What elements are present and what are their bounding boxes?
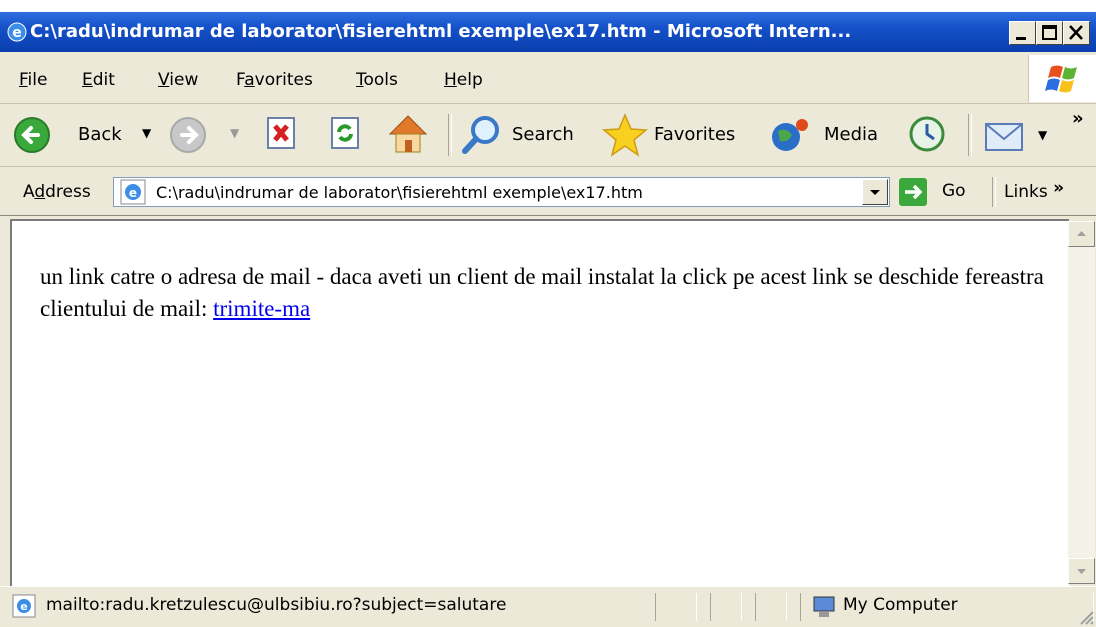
resize-grip-icon[interactable] xyxy=(1076,607,1094,625)
address-dropdown[interactable] xyxy=(862,179,888,205)
menu-favorites[interactable]: Favorites xyxy=(236,70,313,90)
back-button[interactable]: Back ▼ xyxy=(8,110,158,160)
mail-button[interactable]: ▼ xyxy=(982,112,1062,158)
menu-tools[interactable]: Tools xyxy=(356,70,398,90)
window-title: C:\radu\indrumar de laborator\fisierehtm… xyxy=(30,21,852,42)
vertical-scrollbar[interactable] xyxy=(1068,221,1095,584)
stop-button[interactable] xyxy=(262,114,304,156)
stop-icon xyxy=(267,117,295,149)
forward-button[interactable]: ▼ xyxy=(164,110,244,160)
address-label: Address xyxy=(23,182,91,202)
maximize-button[interactable] xyxy=(1036,21,1063,45)
mail-dropdown-icon[interactable]: ▼ xyxy=(1038,128,1047,142)
svg-text:e: e xyxy=(12,25,22,41)
toolbar-separator xyxy=(448,114,452,156)
status-pane xyxy=(655,593,697,621)
browser-window: e C:\radu\indrumar de laborator\fisiereh… xyxy=(0,0,1096,627)
scroll-up-icon xyxy=(1077,231,1086,236)
windows-logo xyxy=(1028,55,1096,102)
mailto-link[interactable]: trimite-ma xyxy=(213,296,310,321)
back-label: Back xyxy=(78,124,122,145)
my-computer-icon xyxy=(813,596,835,617)
favorites-label: Favorites xyxy=(654,124,736,145)
menu-help[interactable]: Help xyxy=(444,70,483,90)
toolbar-chevron[interactable]: » xyxy=(1072,108,1084,129)
address-url: C:\radu\indrumar de laborator\fisierehtm… xyxy=(156,183,643,202)
close-icon xyxy=(1069,25,1083,40)
mail-envelope-icon xyxy=(985,123,1023,151)
favorites-button[interactable]: Favorites xyxy=(602,110,752,160)
back-arrow-icon xyxy=(14,117,50,153)
menu-file[interactable]: File xyxy=(19,70,47,90)
search-icon xyxy=(462,116,499,154)
go-arrow-icon xyxy=(899,178,927,206)
minimize-button[interactable] xyxy=(1009,21,1036,45)
title-bar[interactable]: e C:\radu\indrumar de laborator\fisiereh… xyxy=(0,12,1096,52)
menu-bar: File Edit View Favorites Tools Help xyxy=(0,55,1096,104)
ie-logo-icon: e xyxy=(7,22,27,42)
status-pane xyxy=(710,593,742,621)
search-label: Search xyxy=(512,124,574,145)
content-text: un link catre o adresa de mail - daca av… xyxy=(40,264,1044,321)
media-label: Media xyxy=(824,124,879,145)
media-button[interactable]: Media xyxy=(768,110,888,160)
minimize-icon xyxy=(1016,37,1026,40)
go-label: Go xyxy=(942,181,966,201)
maximize-icon xyxy=(1042,25,1057,40)
scroll-up-button[interactable] xyxy=(1068,221,1095,247)
links-button[interactable]: Links » xyxy=(1004,178,1064,202)
toolbar-separator-2 xyxy=(968,114,972,156)
go-button[interactable]: Go xyxy=(898,177,974,207)
back-dropdown-icon[interactable]: ▼ xyxy=(142,126,151,140)
refresh-button[interactable] xyxy=(326,114,368,156)
close-button[interactable] xyxy=(1063,21,1090,45)
scroll-down-icon xyxy=(1077,569,1086,574)
home-icon xyxy=(388,115,428,153)
top-strip xyxy=(0,0,1096,12)
security-zone: My Computer xyxy=(843,595,958,615)
scroll-down-button[interactable] xyxy=(1068,558,1095,584)
media-globe-icon xyxy=(772,119,808,151)
address-input[interactable]: e C:\radu\indrumar de laborator\fisiereh… xyxy=(113,177,890,207)
status-pane xyxy=(755,593,787,621)
page-content: un link catre o adresa de mail - daca av… xyxy=(10,219,1069,586)
svg-text:e: e xyxy=(129,186,137,200)
forward-arrow-icon xyxy=(170,117,206,153)
svg-text:e: e xyxy=(20,600,27,613)
forward-dropdown-icon[interactable]: ▼ xyxy=(230,126,239,140)
windows-flag-icon xyxy=(1045,65,1077,93)
status-page-icon: e xyxy=(12,594,36,618)
address-bar: Address e C:\radu\indrumar de laborator\… xyxy=(0,169,1096,216)
dropdown-arrow-icon xyxy=(870,190,880,195)
history-clock-icon xyxy=(909,116,945,152)
menu-edit[interactable]: Edit xyxy=(82,70,115,90)
status-text: mailto:radu.kretzulescu@ulbsibiu.ro?subj… xyxy=(46,595,507,615)
page-ie-icon: e xyxy=(120,179,146,205)
refresh-icon xyxy=(331,117,359,149)
search-button[interactable]: Search xyxy=(460,110,590,160)
address-separator xyxy=(992,177,996,207)
standard-toolbar: Back ▼ ▼ Search Favorites Media ▼ » xyxy=(0,104,1096,167)
menu-view[interactable]: View xyxy=(158,70,198,90)
history-button[interactable] xyxy=(904,112,956,158)
content-paragraph: un link catre o adresa de mail - daca av… xyxy=(40,261,1050,325)
favorites-star-icon xyxy=(602,113,648,157)
status-bar: e mailto:radu.kretzulescu@ulbsibiu.ro?su… xyxy=(0,586,1096,627)
home-button[interactable] xyxy=(384,110,434,158)
